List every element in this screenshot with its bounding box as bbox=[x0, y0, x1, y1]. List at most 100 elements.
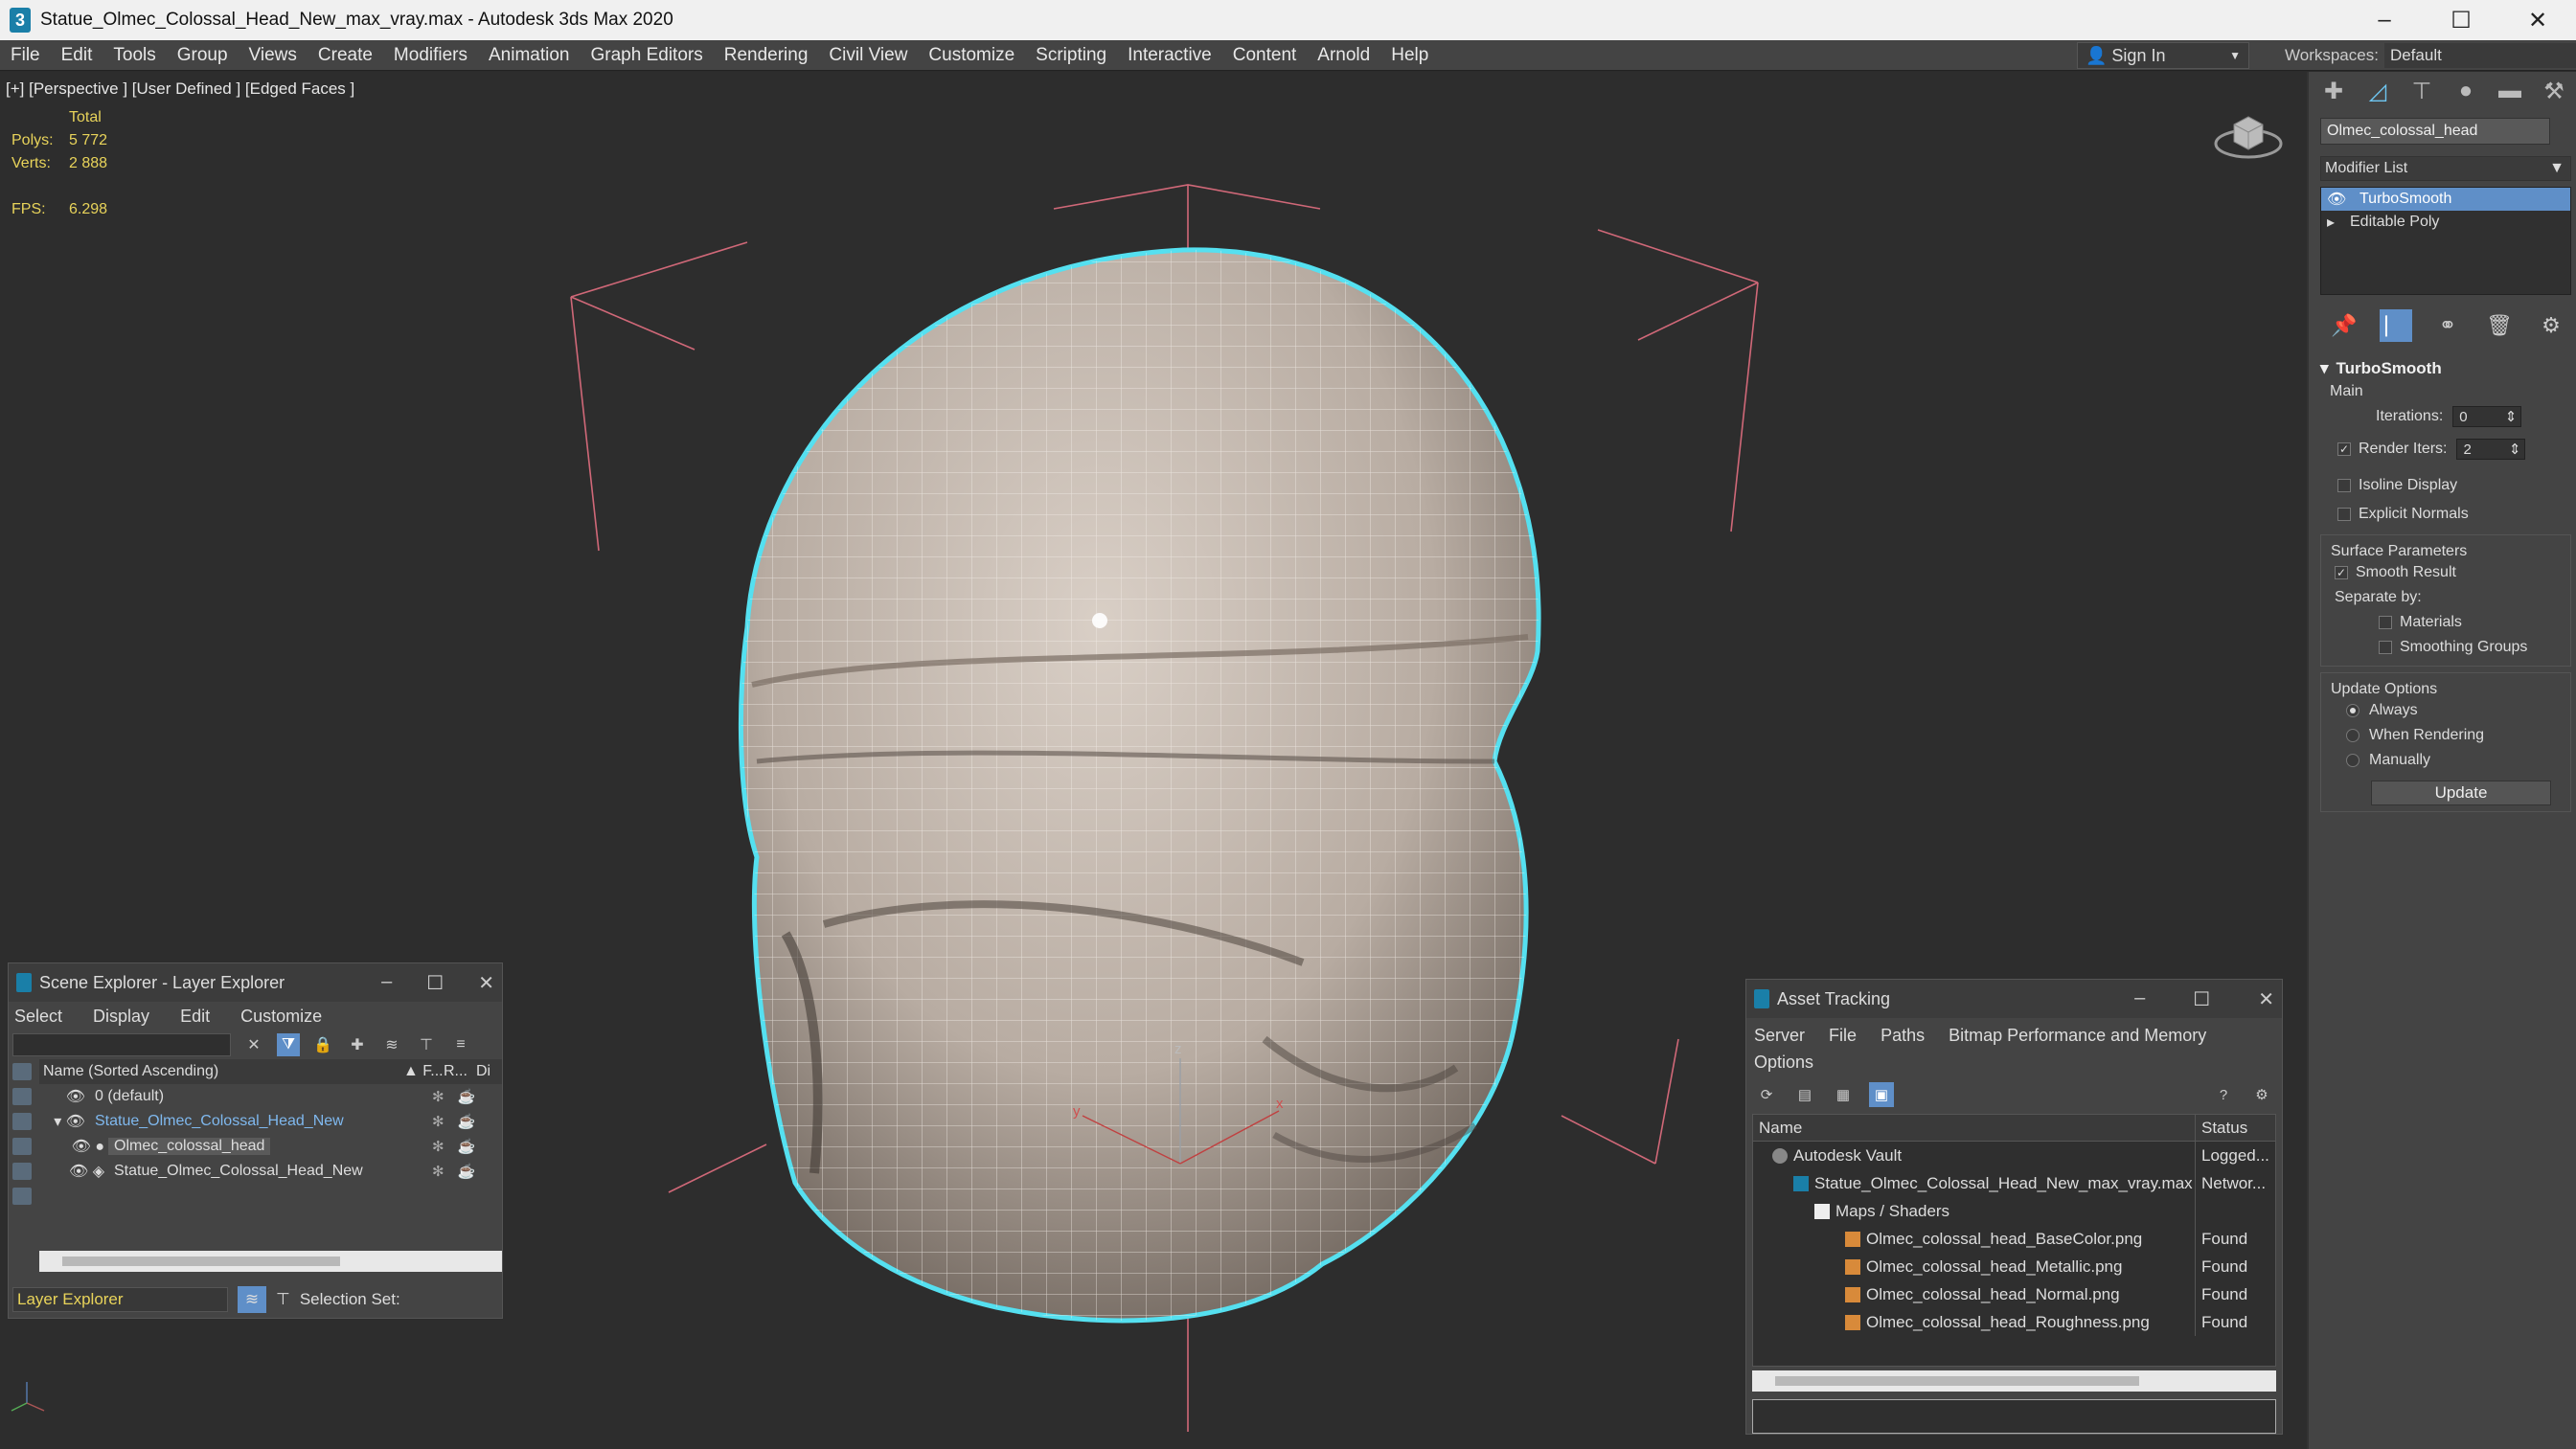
at-menu-bitmap[interactable]: Bitmap Performance and Memory bbox=[1949, 1026, 2206, 1045]
display-spacewarps-icon[interactable] bbox=[12, 1188, 32, 1205]
freeze-icon[interactable]: ✻ bbox=[432, 1088, 445, 1105]
modifier-stack-item[interactable]: 👁 TurboSmooth bbox=[2321, 188, 2570, 211]
display-tab-icon[interactable]: ▬ bbox=[2495, 76, 2525, 106]
materials-checkbox[interactable] bbox=[2379, 616, 2392, 629]
tree-row-label[interactable]: 0 (default) bbox=[89, 1088, 170, 1105]
menu-graph-editors[interactable]: Graph Editors bbox=[581, 45, 714, 66]
render-icon[interactable]: ☕ bbox=[458, 1113, 476, 1130]
isoline-display-checkbox[interactable] bbox=[2337, 479, 2351, 492]
se-menu-display[interactable]: Display bbox=[93, 1007, 149, 1027]
minimize-icon[interactable]: – bbox=[2134, 987, 2145, 1011]
menu-help[interactable]: Help bbox=[1380, 45, 1439, 66]
asset-path-field[interactable] bbox=[1752, 1399, 2276, 1434]
tree-row-label[interactable]: Olmec_colossal_head bbox=[108, 1138, 271, 1155]
menu-scripting[interactable]: Scripting bbox=[1025, 45, 1117, 66]
tree-row[interactable]: ▾ 👁 Statue_Olmec_Colossal_Head_New ✻ ☕ bbox=[39, 1109, 502, 1134]
always-radio[interactable] bbox=[2346, 704, 2359, 717]
layer-stack-icon[interactable]: ≡ bbox=[449, 1033, 472, 1056]
explorer-type-dropdown[interactable]: Layer Explorer bbox=[12, 1287, 228, 1312]
manually-radio[interactable] bbox=[2346, 754, 2359, 767]
minimize-button[interactable]: – bbox=[2346, 0, 2423, 40]
asset-row[interactable]: Autodesk Vault Logged... bbox=[1753, 1142, 2275, 1169]
render-icon[interactable]: ☕ bbox=[458, 1163, 476, 1180]
visibility-eye-icon[interactable]: 👁 ◈ bbox=[39, 1162, 108, 1181]
modifier-list-dropdown[interactable]: Modifier List ▼ bbox=[2320, 156, 2571, 181]
tree-row-label[interactable]: Statue_Olmec_Colossal_Head_New bbox=[89, 1113, 350, 1130]
modifier-stack-item[interactable]: ▸ Editable Poly bbox=[2321, 211, 2570, 234]
refresh-icon[interactable]: ⟳ bbox=[1754, 1082, 1779, 1107]
expand-eye-icon[interactable]: ▾ 👁 bbox=[39, 1112, 89, 1131]
scene-tree-hscrollbar[interactable] bbox=[39, 1251, 502, 1272]
minimize-icon[interactable]: – bbox=[381, 971, 392, 995]
asset-row[interactable]: Olmec_colossal_head_Normal.png Found bbox=[1753, 1280, 2275, 1308]
menu-rendering[interactable]: Rendering bbox=[714, 45, 819, 66]
help-icon[interactable]: ? bbox=[2211, 1082, 2236, 1107]
hierarchy-icon[interactable]: ⊤ bbox=[415, 1033, 438, 1056]
se-menu-edit[interactable]: Edit bbox=[180, 1007, 210, 1027]
olmec-head-mesh[interactable] bbox=[738, 247, 1541, 1324]
asset-row[interactable]: Statue_Olmec_Colossal_Head_New_max_vray.… bbox=[1753, 1169, 2275, 1197]
menu-modifiers[interactable]: Modifiers bbox=[383, 45, 478, 66]
menu-content[interactable]: Content bbox=[1222, 45, 1308, 66]
menu-group[interactable]: Group bbox=[167, 45, 239, 66]
list-view-icon[interactable]: ▤ bbox=[1792, 1082, 1817, 1107]
sign-in-dropdown[interactable]: 👤 Sign In ▼ bbox=[2077, 42, 2249, 69]
menu-views[interactable]: Views bbox=[239, 45, 308, 66]
freeze-icon[interactable]: ✻ bbox=[432, 1163, 445, 1180]
update-button[interactable]: Update bbox=[2371, 781, 2551, 805]
render-iters-spinner[interactable]: 2 ⇕ bbox=[2456, 439, 2526, 460]
iterations-spinner[interactable]: 0 ⇕ bbox=[2452, 406, 2522, 427]
tree-row[interactable]: 👁 ● Olmec_colossal_head ✻ ☕ bbox=[39, 1134, 502, 1159]
utilities-tab-icon[interactable]: ⚒ bbox=[2539, 76, 2569, 106]
asset-table-hscrollbar[interactable] bbox=[1752, 1370, 2276, 1392]
status-column-header[interactable]: Status bbox=[2196, 1115, 2247, 1141]
clear-search-icon[interactable]: ✕ bbox=[242, 1033, 265, 1056]
close-icon[interactable]: ✕ bbox=[478, 971, 494, 995]
smooth-result-checkbox[interactable]: ✓ bbox=[2335, 566, 2348, 579]
visibility-eye-icon[interactable]: 👁 ● bbox=[39, 1137, 108, 1156]
at-menu-file[interactable]: File bbox=[1829, 1026, 1857, 1045]
show-end-result-icon[interactable]: ⎸ bbox=[2380, 309, 2412, 342]
settings-icon[interactable]: ⚙ bbox=[2249, 1082, 2274, 1107]
render-iters-checkbox[interactable]: ✓ bbox=[2337, 442, 2351, 456]
asset-row[interactable]: Olmec_colossal_head_Roughness.png Found bbox=[1753, 1308, 2275, 1336]
at-menu-options[interactable]: Options bbox=[1754, 1053, 1813, 1072]
menu-customize[interactable]: Customize bbox=[918, 45, 1025, 66]
maximize-icon[interactable]: ☐ bbox=[426, 971, 444, 995]
render-icon[interactable]: ☕ bbox=[458, 1138, 476, 1155]
asset-row[interactable]: Olmec_colossal_head_Metallic.png Found bbox=[1753, 1253, 2275, 1280]
freeze-icon[interactable]: ✻ bbox=[432, 1113, 445, 1130]
lock-icon[interactable]: 🔒 bbox=[311, 1033, 334, 1056]
close-button[interactable]: ✕ bbox=[2499, 0, 2576, 40]
modify-tab-icon[interactable]: ◿ bbox=[2362, 76, 2393, 106]
render-icon[interactable]: ☕ bbox=[458, 1088, 476, 1105]
viewcube-icon[interactable] bbox=[2213, 105, 2285, 163]
freeze-icon[interactable]: ✻ bbox=[432, 1138, 445, 1155]
layers-icon[interactable]: ≋ bbox=[380, 1033, 403, 1056]
explicit-normals-checkbox[interactable] bbox=[2337, 508, 2351, 521]
when-rendering-radio[interactable] bbox=[2346, 729, 2359, 742]
name-column-header[interactable]: Name bbox=[1753, 1115, 2196, 1141]
menu-tools[interactable]: Tools bbox=[103, 45, 166, 66]
scene-explorer-titlebar[interactable]: Scene Explorer - Layer Explorer – ☐ ✕ bbox=[9, 963, 502, 1002]
scene-tree-header[interactable]: Name (Sorted Ascending) ▲ F... R... Di bbox=[39, 1059, 502, 1084]
make-unique-icon[interactable]: ⚭ bbox=[2431, 309, 2464, 342]
add-layer-icon[interactable]: ✚ bbox=[346, 1033, 369, 1056]
name-column-header[interactable]: Name (Sorted Ascending) bbox=[39, 1063, 403, 1080]
render-column-header[interactable]: R... bbox=[444, 1063, 476, 1080]
close-icon[interactable]: ✕ bbox=[2258, 987, 2274, 1011]
display-helpers-icon[interactable] bbox=[12, 1163, 32, 1180]
expand-arrow-icon[interactable]: ▸ bbox=[2327, 213, 2350, 232]
display-lights-icon[interactable] bbox=[12, 1113, 32, 1130]
se-menu-customize[interactable]: Customize bbox=[240, 1007, 322, 1027]
hierarchy-toggle-icon[interactable]: ⊤ bbox=[276, 1290, 290, 1309]
create-tab-icon[interactable]: ✚ bbox=[2318, 76, 2349, 106]
tree-row-label[interactable]: Statue_Olmec_Colossal_Head_New bbox=[108, 1163, 369, 1180]
workspaces-dropdown[interactable]: Default bbox=[2383, 43, 2576, 68]
tree-row[interactable]: 👁 0 (default) ✻ ☕ bbox=[39, 1084, 502, 1109]
menu-create[interactable]: Create bbox=[308, 45, 383, 66]
display-column-header[interactable]: Di bbox=[476, 1063, 490, 1080]
viewport-label[interactable]: [+] [Perspective ] [User Defined ] [Edge… bbox=[6, 79, 354, 99]
pin-stack-icon[interactable]: 📌 bbox=[2328, 309, 2360, 342]
visibility-eye-icon[interactable]: 👁 bbox=[39, 1087, 89, 1106]
